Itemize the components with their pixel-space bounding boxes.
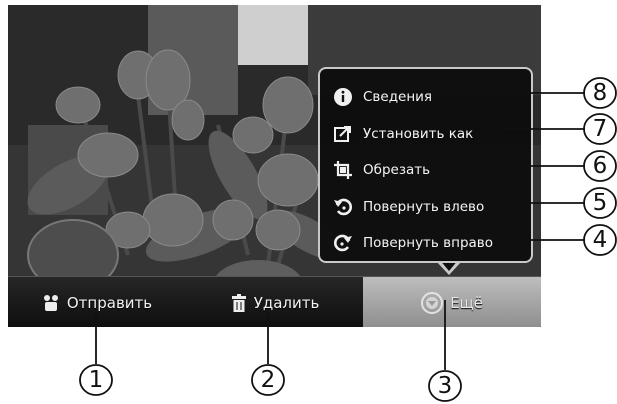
set-as-icon [332, 123, 354, 145]
rotate-left-icon [332, 196, 354, 218]
delete-label: Удалить [253, 293, 320, 312]
callout-6: 6 [592, 153, 608, 179]
delete-button[interactable]: Удалить [186, 277, 364, 327]
trash-icon [231, 293, 247, 312]
more-label: Ещё [450, 293, 483, 312]
menu-item-label: Повернуть вправо [363, 235, 494, 252]
menu-item-label: Установить как [363, 125, 474, 142]
more-menu: Сведения Установить как Обрезать Поверну… [318, 67, 533, 263]
action-bar: Отправить Удалить Ещё [8, 276, 541, 327]
info-icon [332, 86, 354, 108]
share-button[interactable]: Отправить [8, 277, 186, 327]
menu-item-label: Обрезать [363, 162, 431, 179]
menu-item-crop[interactable]: Обрезать [320, 152, 531, 189]
menu-item-label: Сведения [363, 89, 433, 106]
menu-item-rotate-right[interactable]: Повернуть вправо [320, 225, 531, 262]
menu-item-rotate-left[interactable]: Повернуть влево [320, 189, 531, 226]
callout-2: 2 [260, 367, 276, 393]
rotate-right-icon [332, 232, 354, 254]
callout-8: 8 [592, 80, 608, 106]
share-icon [42, 294, 60, 312]
more-options-icon [421, 291, 444, 314]
callout-1: 1 [88, 367, 104, 393]
crop-icon [332, 159, 354, 181]
share-label: Отправить [66, 293, 153, 312]
callout-3: 3 [437, 373, 453, 399]
callout-5: 5 [592, 190, 608, 216]
menu-item-details[interactable]: Сведения [320, 79, 531, 116]
menu-item-label: Повернуть влево [363, 198, 485, 215]
menu-item-set-as[interactable]: Установить как [320, 116, 531, 153]
more-button[interactable]: Ещё [363, 277, 541, 327]
callout-4: 4 [592, 227, 608, 253]
callout-7: 7 [592, 116, 608, 142]
